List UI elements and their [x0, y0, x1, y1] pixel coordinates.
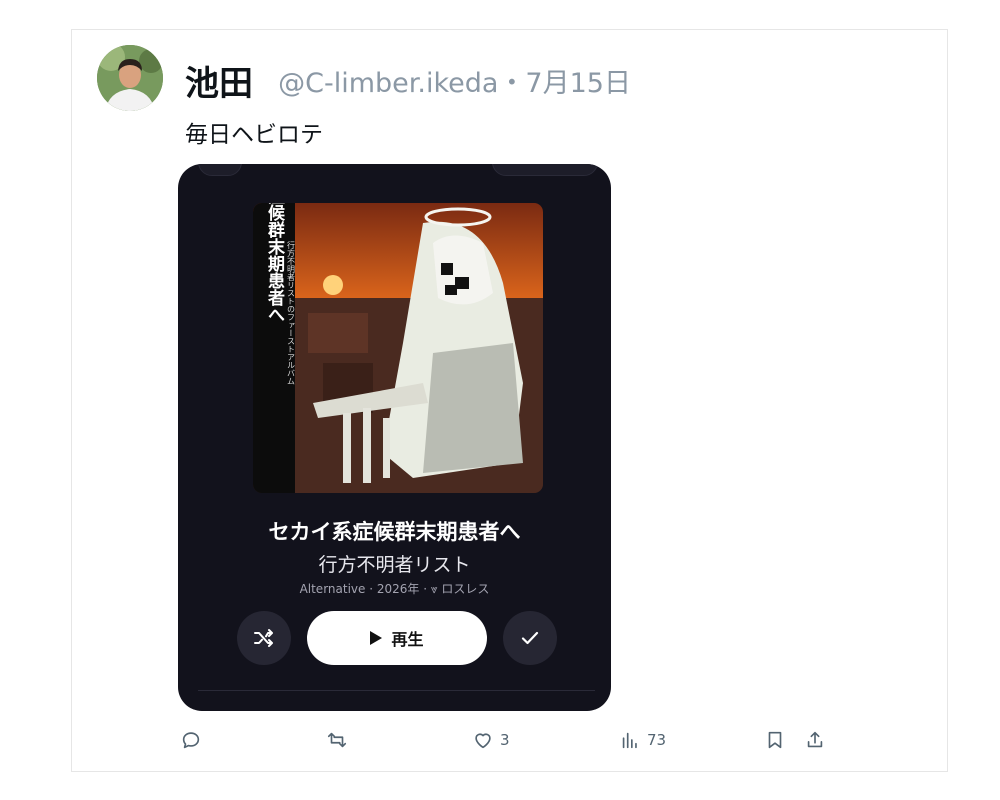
bookmark-button[interactable]: [764, 726, 786, 754]
reply-icon: [182, 732, 200, 749]
album-cover[interactable]: セカイ系症候群末期患者へ 行方不明者リストのファーストアルバム: [253, 203, 543, 493]
play-label: 再生: [391, 630, 424, 649]
bar-chart-icon: [622, 732, 637, 749]
added-button[interactable]: [503, 611, 557, 665]
post-text: 毎日ヘビロテ: [185, 122, 323, 148]
share-icon: [807, 731, 823, 748]
post-header: 池田 @C-limber.ikeda・7月15日: [185, 56, 631, 108]
check-icon: [521, 631, 539, 645]
repost-icon: [327, 732, 347, 748]
play-icon: [370, 631, 383, 645]
artist-name[interactable]: 行方不明者リスト: [178, 550, 611, 577]
card-top-button-right[interactable]: [492, 164, 598, 176]
play-button[interactable]: 再生: [307, 611, 487, 665]
card-top-button-left[interactable]: [198, 164, 242, 176]
bookmark-icon: [768, 731, 782, 749]
reply-button[interactable]: [180, 726, 208, 754]
handle-and-date[interactable]: @C-limber.ikeda・7月15日: [278, 68, 631, 99]
views-button[interactable]: 73: [619, 726, 666, 754]
views-count: 73: [647, 731, 667, 749]
album-artwork: セカイ系症候群末期患者へ 行方不明者リストのファーストアルバム: [253, 203, 543, 493]
like-count: 3: [500, 731, 510, 749]
post-actions: 3 73: [0, 726, 1000, 756]
cover-subtitle-vertical: 行方不明者リストのファーストアルバム: [287, 240, 296, 385]
shuffle-button[interactable]: [237, 611, 291, 665]
album-title[interactable]: セカイ系症候群末期患者へ: [178, 516, 611, 546]
album-meta: Alternative · 2026年 · ⩔ ロスレス: [299, 582, 490, 596]
like-button[interactable]: 3: [472, 726, 510, 754]
repost-button[interactable]: [326, 726, 354, 754]
shuffle-icon: [254, 629, 273, 647]
share-button[interactable]: [804, 726, 826, 754]
heart-icon: [475, 733, 491, 749]
avatar-photo: [97, 45, 163, 111]
avatar[interactable]: [97, 45, 163, 111]
card-divider: [198, 690, 595, 691]
music-embed-card[interactable]: セカイ系症候群末期患者へ 行方不明者リストのファーストアルバム セカイ系症候群末…: [178, 164, 611, 711]
display-name[interactable]: 池田: [185, 64, 253, 104]
cover-title-vertical: セカイ系症候群末期患者へ: [264, 203, 286, 323]
